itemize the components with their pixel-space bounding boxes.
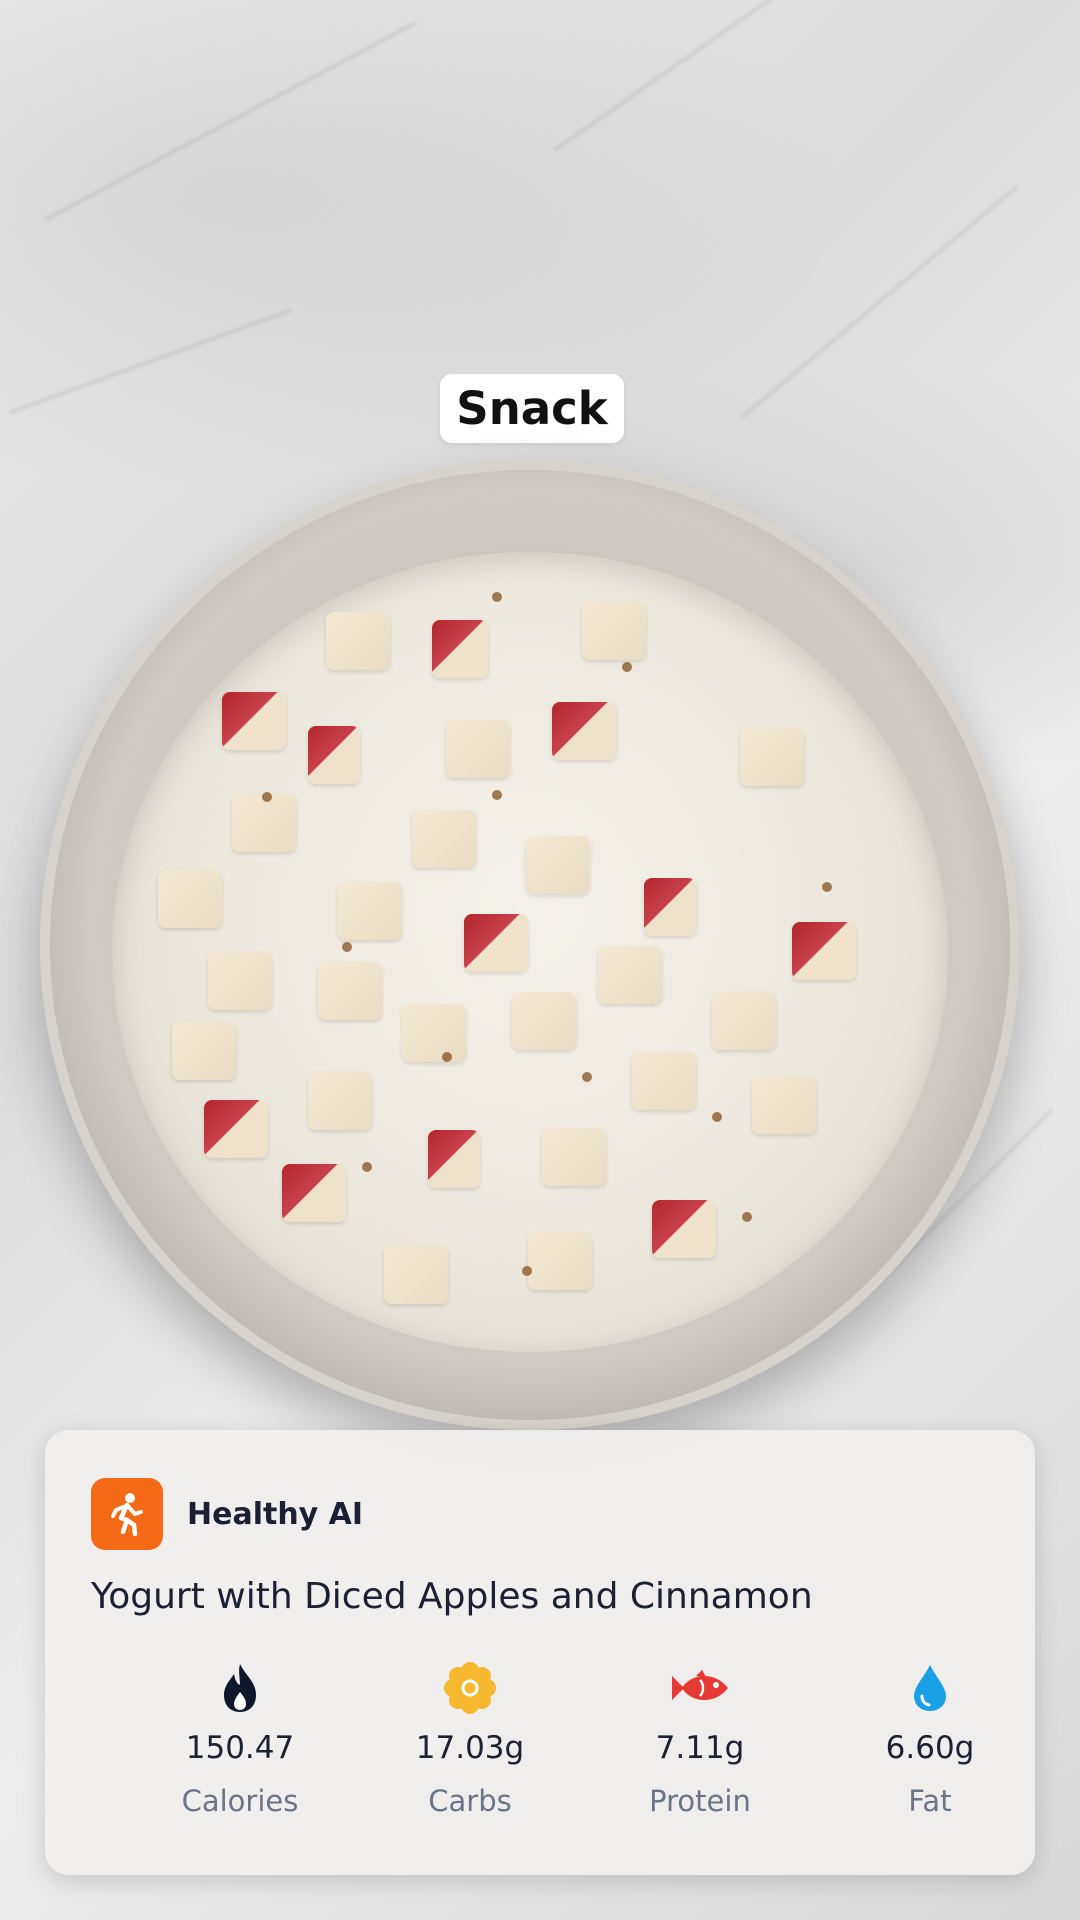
drop-icon: [830, 1658, 1030, 1718]
carbs-value: 17.03g: [415, 1730, 525, 1766]
app-name: Healthy AI: [187, 1496, 364, 1532]
yogurt-surface: [112, 552, 948, 1352]
fat-label: Fat: [908, 1784, 952, 1818]
calories-value: 150.47: [185, 1730, 295, 1766]
nutrient-carbs: 17.03g Carbs: [370, 1658, 570, 1818]
nutrient-calories: 150.47 Calories: [140, 1658, 340, 1818]
flower-icon: [370, 1658, 570, 1718]
marble-vein: [8, 308, 292, 415]
carbs-label: Carbs: [428, 1784, 512, 1818]
nutrition-card: Healthy AI Yogurt with Diced Apples and …: [45, 1430, 1035, 1875]
meal-tag: Snack: [440, 374, 624, 443]
nutrient-protein: 7.11g Protein: [600, 1658, 800, 1818]
fish-icon: [600, 1658, 800, 1718]
nutrient-stats: 150.47 Calories 17.03g Carbs 7.11g Prote…: [45, 1658, 1035, 1848]
marble-vein: [553, 0, 867, 152]
running-person-icon: [91, 1478, 163, 1550]
fat-value: 6.60g: [885, 1730, 975, 1766]
protein-label: Protein: [649, 1784, 751, 1818]
nutrient-fat: 6.60g Fat: [830, 1658, 1030, 1818]
calories-label: Calories: [181, 1784, 299, 1818]
flame-icon: [140, 1658, 340, 1718]
food-photo-bowl: [40, 460, 1020, 1430]
marble-vein: [43, 21, 417, 222]
protein-value: 7.11g: [655, 1730, 745, 1766]
marble-vein: [741, 184, 1019, 419]
app-header: Healthy AI: [91, 1478, 363, 1550]
food-name: Yogurt with Diced Apples and Cinnamon: [91, 1576, 813, 1617]
